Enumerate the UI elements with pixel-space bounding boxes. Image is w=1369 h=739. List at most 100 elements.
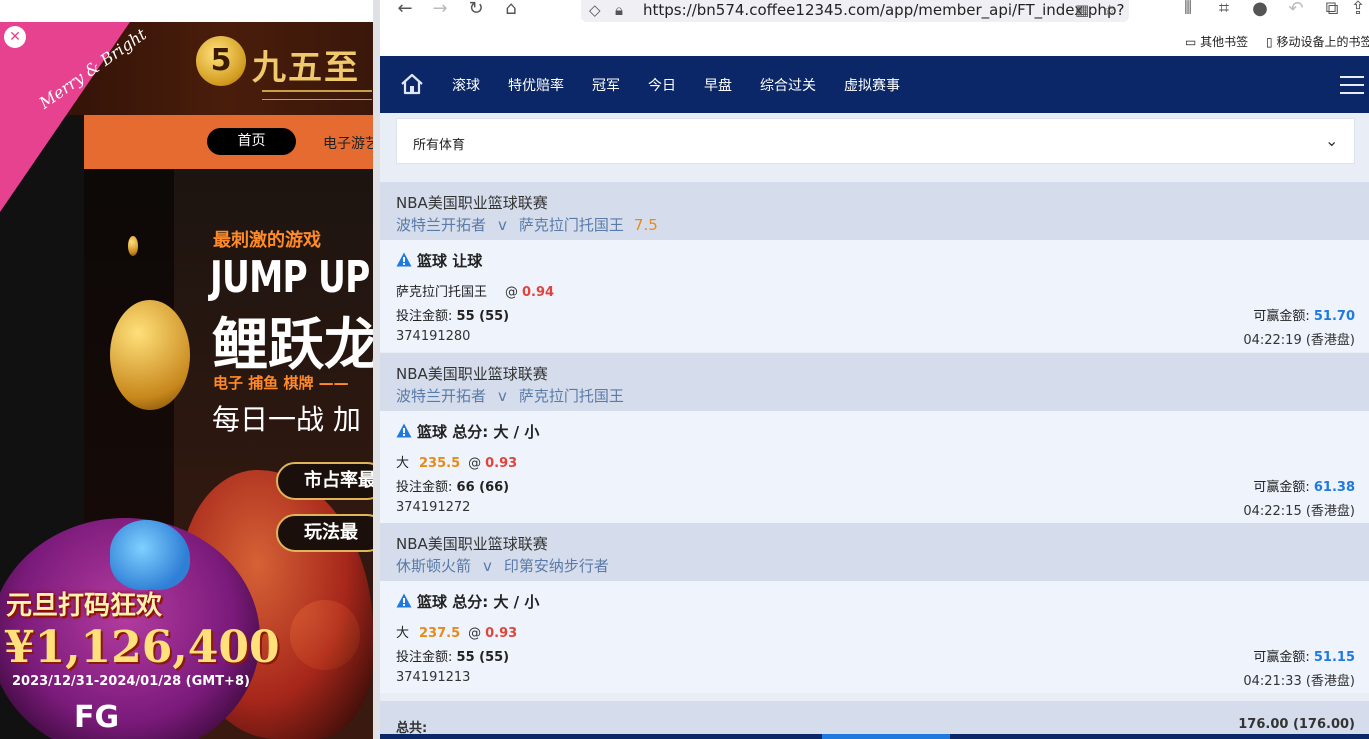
win-label: 可赢金额: — [1253, 309, 1310, 324]
tab-best-odds[interactable]: 特优赔率 — [508, 75, 564, 95]
share-icon[interactable]: ⇪ — [1345, 0, 1369, 18]
win-value: 61.38 — [1313, 480, 1355, 495]
fg-brand-logo: FG — [74, 700, 120, 735]
warning-icon — [396, 593, 412, 608]
stake-label: 投注金额: — [396, 480, 453, 495]
ticket-id: 374191280 — [396, 329, 471, 344]
chevron-down-icon: ⌄ — [1325, 131, 1339, 150]
banner-pill-market-share[interactable]: 市占率最 — [276, 462, 373, 500]
warning-icon — [396, 252, 412, 267]
away-team: 萨克拉门托国王 — [518, 216, 624, 234]
selection-odds: 0.93 — [485, 456, 518, 471]
home-icon[interactable] — [400, 73, 424, 95]
bet-time: 04:22:19 (香港盘) — [1243, 333, 1355, 348]
banner-headline-cn: 鲤跃龙 — [212, 313, 373, 378]
reload-icon[interactable]: ↻ — [463, 0, 489, 18]
tab-parlay[interactable]: 综合过关 — [760, 75, 816, 95]
bookmark-other[interactable]: ▭ 其他书签 — [1185, 33, 1248, 50]
lock-icon[interactable]: 🔒︎ — [615, 0, 623, 20]
tab-live[interactable]: 滚球 — [452, 75, 480, 95]
shield-icon[interactable]: ◇ — [589, 0, 601, 20]
window-divider[interactable] — [373, 0, 380, 739]
tab-early[interactable]: 早盘 — [704, 75, 732, 95]
sport-filter-label: 所有体育 — [413, 138, 466, 153]
nav-home-button[interactable]: 首页 — [207, 128, 296, 155]
win-label: 可赢金额: — [1253, 650, 1310, 665]
folder-icon: ▭ — [1185, 35, 1197, 49]
browser-window: ← → ↻ ⌂ ◇ 🔒︎ https://bn574.coffee12345.c… — [373, 0, 1369, 739]
bet-title-text: 篮球 总分: 大 / 小 — [417, 423, 540, 441]
close-icon[interactable]: ✕ — [4, 26, 26, 48]
chat-icon[interactable]: ● — [1247, 0, 1273, 18]
sport-filter-dropdown[interactable]: 所有体育 ⌄ — [396, 118, 1355, 164]
selection-odds: 0.94 — [522, 285, 555, 300]
banner-daily: 每日一战 加 — [212, 403, 361, 436]
home-icon[interactable]: ⌂ — [498, 0, 524, 18]
promo-site-window: 5 九五至 首页 电子游艺 最刺激的游戏 JUMP UP 鲤跃龙 电子 捕鱼 棋… — [0, 0, 373, 739]
home-team: 波特兰开拓者 — [396, 387, 487, 405]
win-row: 可赢金额: 51.15 — [1253, 646, 1355, 665]
hamburger-menu-icon[interactable] — [1340, 76, 1364, 94]
bottom-nav-bar — [380, 734, 1369, 739]
home-team: 休斯顿火箭 — [396, 557, 472, 575]
match-teams: 休斯顿火箭 v 印第安纳步行者 — [396, 555, 619, 576]
stake-row: 投注金额: 66 (66) — [396, 476, 509, 495]
tab-virtual[interactable]: 虚拟赛事 — [844, 75, 900, 95]
at-sign: @ — [468, 456, 482, 471]
stake-row: 投注金额: 55 (55) — [396, 305, 509, 324]
tab-outright[interactable]: 冠军 — [592, 75, 620, 95]
bet-detail: 篮球 总分: 大 / 小 大 235.5 @0.93 投注金额: 66 (66) 可… — [380, 411, 1369, 523]
selection-name: 萨克拉门托国王 — [396, 285, 488, 300]
away-team: 印第安纳步行者 — [503, 557, 609, 575]
extensions-icon[interactable]: ⧉ — [1319, 0, 1345, 18]
promo-title: 元旦打码狂欢 — [6, 591, 163, 621]
promo-amount: ¥1,126,400 — [4, 622, 280, 673]
url-text[interactable]: https://bn574.coffee12345.com/app/member… — [643, 0, 1124, 20]
total-value: 176.00 (176.00) — [1238, 717, 1355, 732]
back-arrow-icon[interactable]: ← — [392, 0, 418, 18]
undo-icon[interactable]: ↶ — [1283, 0, 1309, 18]
tab-today[interactable]: 今日 — [648, 75, 676, 95]
bet-title: 篮球 总分: 大 / 小 — [396, 591, 539, 612]
bet-detail: 篮球 让球 萨克拉门托国王 @0.94 投注金额: 55 (55) 可赢金额: 5… — [380, 240, 1369, 352]
address-bar[interactable]: ◇ 🔒︎ https://bn574.coffee12345.com/app/m… — [581, 0, 1129, 22]
league-header: NBA美国职业篮球联赛 休斯顿火箭 v 印第安纳步行者 — [380, 523, 1369, 581]
brand-logo-text: 九五至 — [252, 48, 360, 88]
stake-label: 投注金额: — [396, 309, 453, 324]
crop-icon[interactable]: ⌗ — [1211, 0, 1237, 18]
nav-electronic-link[interactable]: 电子游艺 — [323, 133, 373, 153]
logo-ornament — [262, 90, 372, 100]
browser-toolbar: ← → ↻ ⌂ ◇ 🔒︎ https://bn574.coffee12345.c… — [380, 0, 1369, 56]
selection-line: 235.5 — [419, 456, 461, 471]
win-value: 51.15 — [1313, 650, 1355, 665]
league-header: NBA美国职业篮球联赛 波特兰开拓者 v 萨克拉门托国王 — [380, 353, 1369, 411]
banner-pill-gameplay[interactable]: 玩法最 — [276, 514, 373, 552]
stake-value: 55 (55) — [456, 309, 510, 324]
win-row: 可赢金额: 51.70 — [1253, 305, 1355, 324]
at-sign: @ — [468, 626, 482, 641]
away-team: 萨克拉门托国王 — [518, 387, 624, 405]
brand-logo-icon: 5 — [196, 36, 246, 86]
qr-code-icon[interactable]: ▦ — [1075, 0, 1089, 20]
at-sign: @ — [505, 285, 519, 300]
league-name: NBA美国职业篮球联赛 — [396, 535, 548, 553]
phone-icon: ▯ — [1266, 35, 1273, 49]
forward-arrow-icon[interactable]: → — [427, 0, 453, 18]
star-icon[interactable]: ☆ — [1103, 0, 1116, 20]
banner-categories: 电子 捕鱼 棋牌 —— — [213, 374, 349, 392]
library-icon[interactable]: ⫴ — [1175, 0, 1201, 18]
league-name: NBA美国职业篮球联赛 — [396, 365, 548, 383]
banner-headline-en: JUMP UP — [210, 252, 370, 303]
stake-label: 投注金额: — [396, 650, 453, 665]
bottom-nav-active[interactable] — [822, 734, 950, 739]
bookmark-mobile-label: 移动设备上的书签 — [1276, 35, 1369, 49]
bookmark-mobile[interactable]: ▯ 移动设备上的书签 — [1266, 33, 1369, 50]
bet-detail: 篮球 总分: 大 / 小 大 237.5 @0.93 投注金额: 55 (55) 可… — [380, 581, 1369, 693]
bet-time: 04:22:15 (香港盘) — [1243, 504, 1355, 519]
bet-selection: 萨克拉门托国王 @0.94 — [396, 281, 554, 300]
selection-name: 大 — [396, 456, 410, 471]
vs-text: v — [483, 557, 492, 575]
league-name: NBA美国职业篮球联赛 — [396, 194, 548, 212]
vs-text: v — [498, 216, 507, 234]
bet-selection: 大 237.5 @0.93 — [396, 622, 517, 641]
